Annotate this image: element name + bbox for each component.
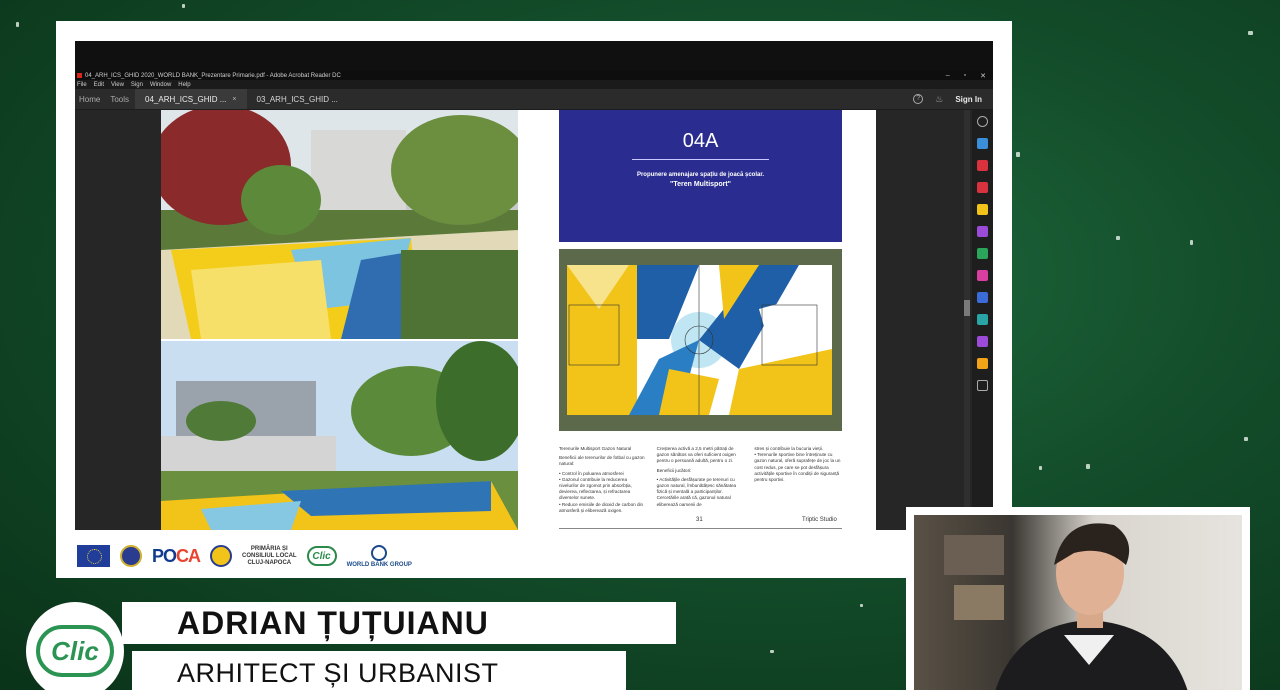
text-column-2: Creșterea activă a 2,5 metri pătrați de … — [657, 446, 745, 524]
webcam-video — [914, 515, 1242, 690]
nav-tools[interactable]: Tools — [106, 95, 135, 104]
tab-label: 04_ARH_ICS_GHID ... — [145, 94, 227, 104]
title-panel: 04A Propunere amenajare spațiu de joacă … — [559, 110, 842, 242]
nav-home[interactable]: Home — [75, 95, 106, 104]
pdf-page-left — [161, 110, 518, 530]
pdf-page-right: 04A Propunere amenajare spațiu de joacă … — [518, 110, 876, 530]
confetti — [860, 604, 863, 607]
render-image-top — [161, 110, 518, 339]
eu-flag-icon — [77, 545, 110, 567]
close-window-button[interactable]: ✕ — [980, 72, 986, 80]
zoom-icon[interactable] — [977, 116, 988, 127]
menu-help[interactable]: Help — [178, 82, 190, 88]
confetti — [1039, 466, 1042, 470]
confetti — [1248, 31, 1253, 35]
comment-icon[interactable] — [977, 204, 988, 215]
menu-sign[interactable]: Sign — [131, 82, 143, 88]
paragraph: • Control în poluarea atmosferei • Gazon… — [559, 470, 644, 513]
panel-subtitle: Propunere amenajare spațiu de joacă școl… — [636, 172, 765, 178]
paragraph: Terenurile Multisport Gazon Natural — [559, 446, 632, 451]
combine-icon[interactable] — [977, 226, 988, 237]
tab-close-icon[interactable]: × — [232, 96, 236, 103]
menu-bar: File Edit View Sign Window Help — [75, 80, 993, 89]
paragraph: stres și contribuie la bucuria vieții. •… — [754, 446, 841, 483]
sponsor-logos: POCA PRIMĂRIA ȘI CONSILIUL LOCAL CLUJ-NA… — [75, 538, 485, 574]
tab-bar: Home Tools 04_ARH_ICS_GHID ... × 03_ARH_… — [75, 89, 993, 109]
panel-title: "Teren Multisport" — [670, 181, 731, 188]
speaker-name: ADRIAN ȚUȚUIANU — [177, 604, 489, 641]
court-aerial-image — [559, 249, 842, 431]
panel-rule — [632, 159, 769, 160]
menu-view[interactable]: View — [111, 82, 124, 88]
create-pdf-icon[interactable] — [977, 182, 988, 193]
text-column-1: Terenurile Multisport Gazon Natural Bene… — [559, 446, 647, 524]
document-viewport[interactable]: 04A Propunere amenajare spațiu de joacă … — [75, 110, 993, 530]
title-bar: 04_ARH_ICS_GHID 2020_WORLD BANK_Prezenta… — [75, 71, 993, 80]
primaria-logo: PRIMĂRIA ȘI CONSILIUL LOCAL CLUJ-NAPOCA — [242, 545, 297, 566]
clic-logo-badge: Clic — [26, 602, 124, 690]
share-icon[interactable] — [977, 358, 988, 369]
organize-pages-icon[interactable] — [977, 160, 988, 171]
page-number: 31 — [696, 517, 703, 523]
panel-code: 04A — [682, 130, 719, 152]
romania-government-seal-icon — [120, 545, 142, 567]
confetti — [1086, 464, 1090, 469]
scan-icon[interactable] — [977, 314, 988, 325]
poca-main: PO — [152, 545, 177, 566]
speaker-role-bar: ARHITECT ȘI URBANIST — [132, 651, 626, 690]
clic-logo-text: Clic — [36, 625, 114, 677]
menu-edit[interactable]: Edit — [94, 82, 104, 88]
tab-label: 03_ARH_ICS_GHID ... — [256, 94, 338, 104]
presenter-silhouette — [944, 523, 1188, 690]
clic-logo-small: Clic — [306, 546, 337, 566]
more-tools-icon[interactable] — [977, 380, 988, 391]
confetti — [1016, 152, 1020, 157]
vertical-scrollbar[interactable] — [964, 110, 970, 530]
bell-icon[interactable]: ♨ — [935, 94, 943, 105]
tab-document-active[interactable]: 04_ARH_ICS_GHID ... × — [135, 89, 247, 109]
window-title: 04_ARH_ICS_GHID 2020_WORLD BANK_Prezenta… — [85, 72, 341, 79]
edit-icon[interactable] — [977, 270, 988, 281]
scrollbar-thumb[interactable] — [964, 300, 970, 316]
text-column-3: stres și contribuie la bucuria vieții. •… — [754, 446, 842, 524]
minimize-button[interactable]: – — [946, 72, 950, 80]
poca-accent: CA — [176, 545, 201, 566]
maximize-button[interactable]: ▫ — [964, 72, 966, 80]
paragraph: • Activitățile desfășurate pe terenuri c… — [656, 476, 737, 507]
instrumente-structurale-icon — [210, 545, 233, 567]
help-icon[interactable]: ? — [913, 94, 924, 104]
confetti — [1116, 236, 1120, 240]
poca-logo: POCA — [152, 545, 201, 567]
menu-file[interactable]: File — [77, 82, 87, 88]
studio-credit: Triptic Studio — [802, 517, 837, 523]
speaker-name-bar: ADRIAN ȚUȚUIANU — [122, 602, 676, 644]
acrobat-window: 04_ARH_ICS_GHID 2020_WORLD BANK_Prezenta… — [75, 41, 993, 530]
render-image-bottom — [161, 341, 518, 530]
world-bank-label: WORLD BANK GROUP — [346, 561, 412, 568]
body-text: Terenurile Multisport Gazon Natural Bene… — [559, 446, 842, 524]
webcam-crop-bar — [75, 41, 993, 71]
confetti — [1244, 437, 1248, 441]
tools-rail — [972, 110, 993, 530]
confetti — [16, 22, 19, 27]
fill-sign-icon[interactable] — [977, 336, 988, 347]
protect-icon[interactable] — [977, 292, 988, 303]
footer-rule — [559, 528, 842, 529]
confetti — [770, 650, 774, 653]
paragraph: Beneficii jucători: — [656, 467, 692, 473]
menu-window[interactable]: Window — [150, 82, 171, 88]
paragraph: Creșterea activă a 2,5 metri pătrați de … — [656, 446, 736, 464]
tab-document[interactable]: 03_ARH_ICS_GHID ... — [247, 89, 348, 109]
confetti — [1190, 240, 1193, 245]
speaker-role: ARHITECT ȘI URBANIST — [177, 657, 499, 688]
compress-icon[interactable] — [977, 248, 988, 259]
sign-in-button[interactable]: Sign In — [955, 95, 982, 104]
confetti — [182, 4, 185, 8]
pdf-app-icon — [77, 73, 82, 78]
export-pdf-icon[interactable] — [977, 138, 988, 149]
world-bank-logo: WORLD BANK GROUP — [346, 544, 412, 568]
paragraph: Beneficii ale terenurilor de fotbal cu g… — [559, 455, 645, 467]
globe-icon — [371, 544, 388, 561]
